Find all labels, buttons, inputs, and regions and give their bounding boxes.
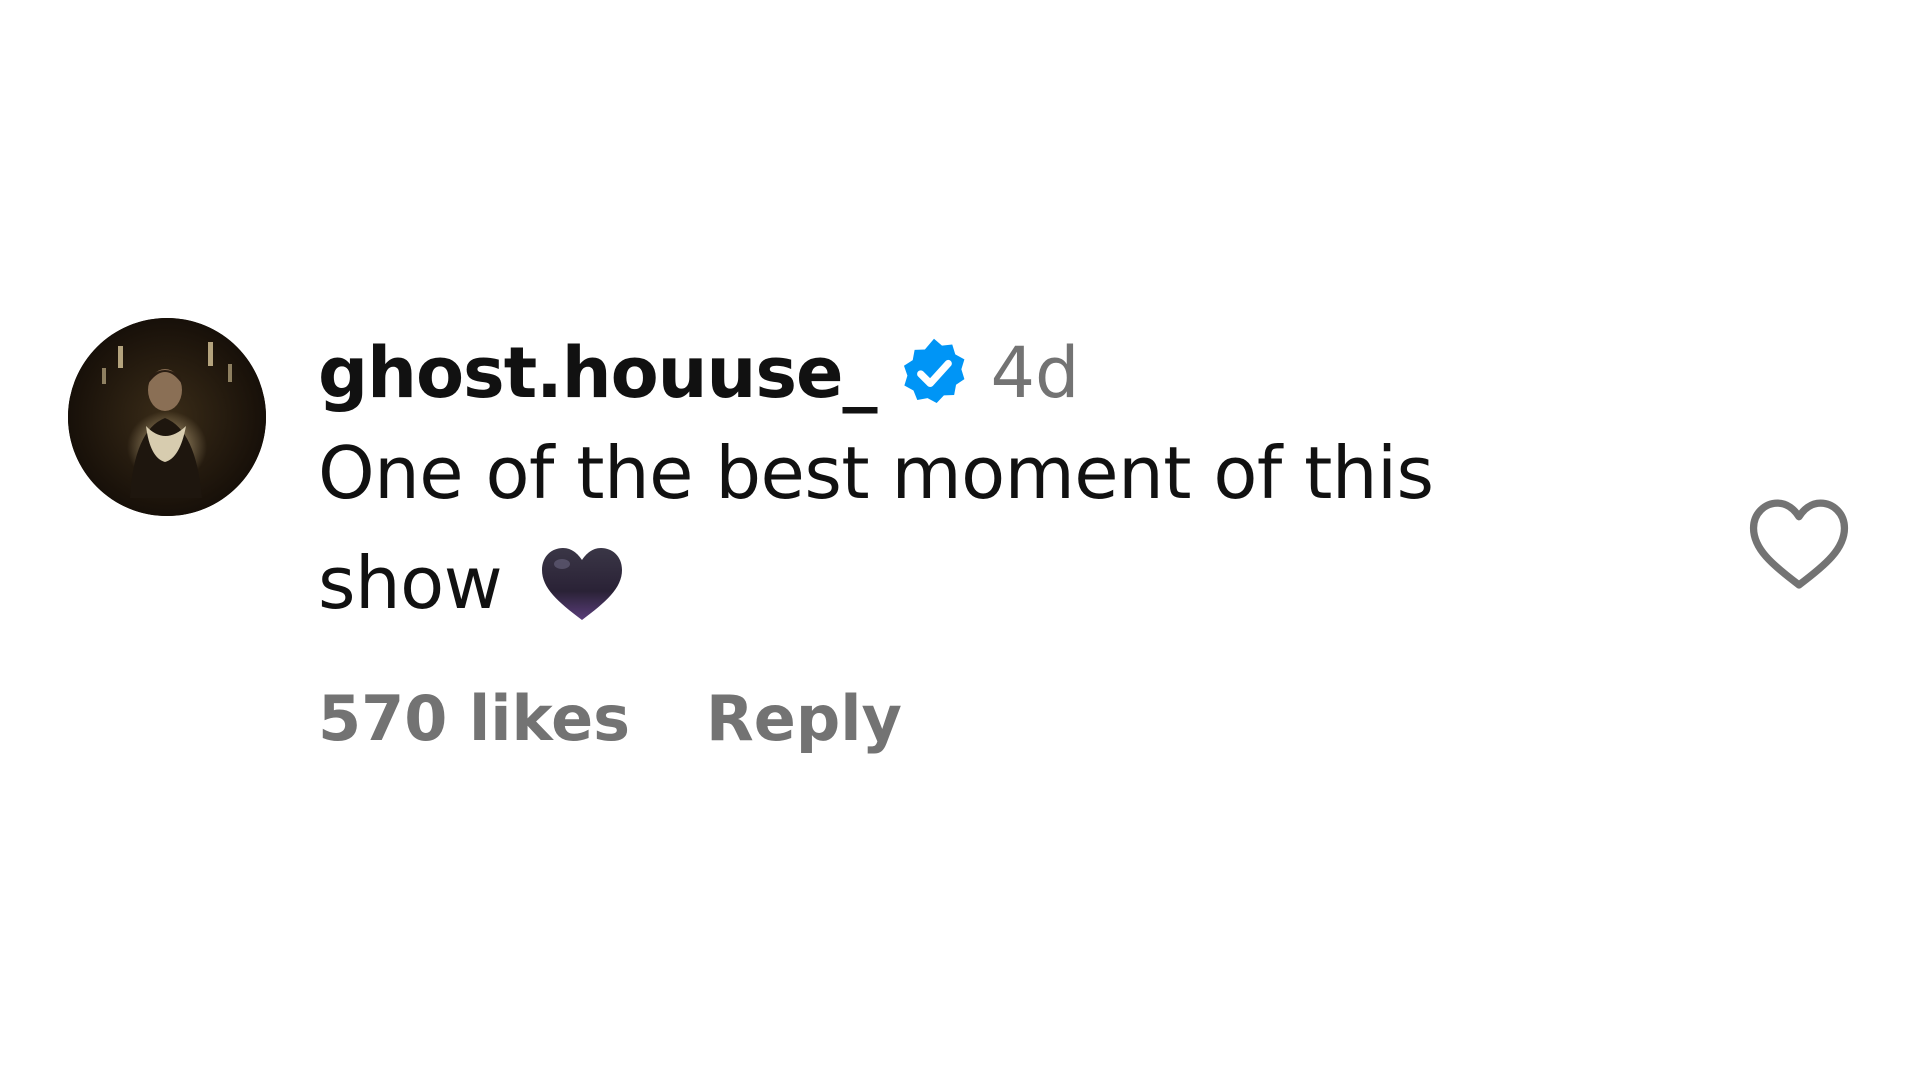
avatar[interactable]: [68, 318, 266, 516]
comment-meta: 570 likes Reply: [318, 682, 1618, 755]
comment-text: One of the best moment of this show: [318, 418, 1558, 638]
reply-button[interactable]: Reply: [706, 682, 902, 755]
like-button[interactable]: [1744, 494, 1854, 594]
comment-body: ghost.houuse_ 4d One of the best moment …: [318, 328, 1618, 755]
username-link[interactable]: ghost.houuse_: [318, 332, 877, 414]
comment-text-content: One of the best moment of this show: [318, 431, 1434, 625]
black-heart-emoji: [538, 544, 626, 624]
heart-outline-icon: [1749, 499, 1849, 589]
likes-count[interactable]: 570 likes: [318, 682, 630, 755]
verified-badge-icon: [896, 335, 972, 411]
timestamp: 4d: [990, 332, 1080, 414]
comment-header: ghost.houuse_ 4d: [318, 328, 1618, 418]
avatar-image: [68, 318, 266, 516]
comment: ghost.houuse_ 4d One of the best moment …: [68, 318, 1858, 818]
